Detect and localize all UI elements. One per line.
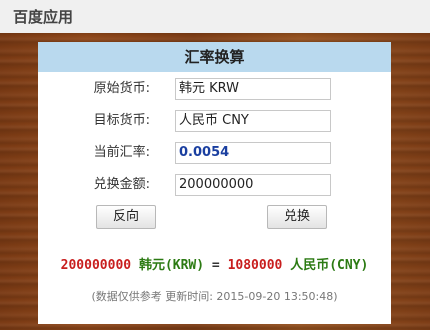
amount-label: 兑换金额: [93,177,150,192]
target-currency-field[interactable]: 人民币 CNY [175,110,331,132]
conversion-result: 200000000 韩元(KRW) = 1080000 人民币(CNY) [38,254,391,273]
app-title: 百度应用 [13,8,74,26]
result-from-currency: 韩元(KRW) [138,258,205,273]
result-equals: = [211,258,220,273]
target-currency-label: 目标货币: [93,113,150,128]
rate-label: 当前汇率: [93,145,150,160]
amount-field[interactable]: 200000000 [175,174,331,196]
exchange-panel: 汇率换算 原始货币: 韩元 KRW 目标货币: 人民币 CNY 当前汇率: 0.… [38,42,391,324]
result-to-currency: 人民币(CNY) [290,258,369,273]
source-currency-field[interactable]: 韩元 KRW [175,78,331,100]
result-from-amount: 200000000 [60,258,132,273]
panel-title: 汇率换算 [38,42,391,72]
reverse-button[interactable]: 反向 [96,205,156,229]
update-note: (数据仅供参考 更新时间: 2015-09-20 13:50:48) [91,290,338,303]
result-to-amount: 1080000 [227,258,283,273]
app-header: 百度应用 [0,0,430,33]
rate-field: 0.0054 [175,142,331,164]
source-currency-label: 原始货币: [93,81,150,96]
convert-button[interactable]: 兑换 [267,205,327,229]
